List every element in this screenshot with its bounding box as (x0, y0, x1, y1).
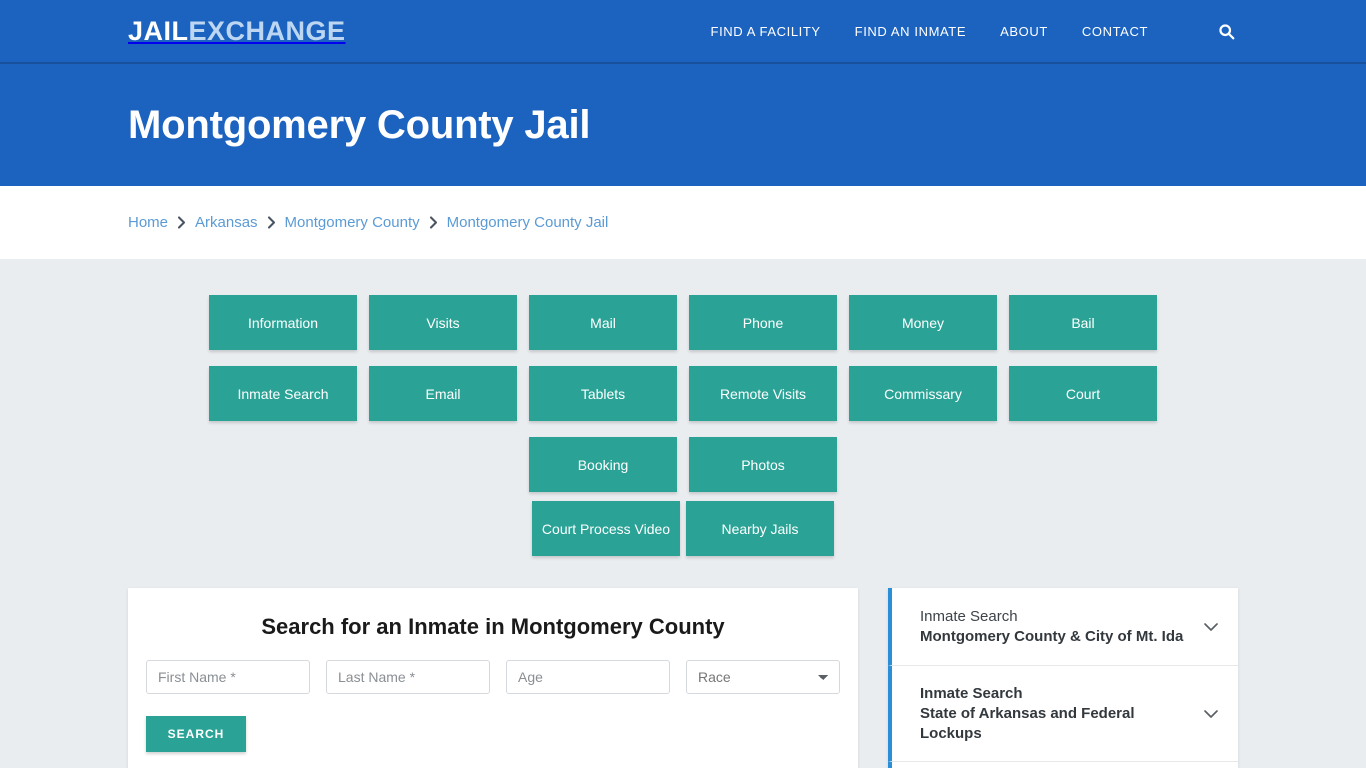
chevron-down-icon[interactable] (1200, 703, 1222, 725)
main-navigation: FIND A FACILITY FIND AN INMATE ABOUT CON… (711, 21, 1236, 41)
first-name-input[interactable] (146, 660, 310, 694)
quick-link-nearby-jails[interactable]: Nearby Jails (686, 501, 834, 556)
breadcrumb-item-current: Montgomery County Jail (446, 214, 609, 231)
inmate-search-card: Search for an Inmate in Montgomery Count… (128, 588, 858, 768)
accordion-item-contact-information[interactable]: Montgomery County Jail Contact Informati… (888, 762, 1238, 768)
quick-link-bail[interactable]: Bail (1009, 295, 1157, 350)
site-logo[interactable]: JAILEXCHANGE (128, 15, 346, 46)
quick-link-money[interactable]: Money (849, 295, 997, 350)
accordion-item-line2: Montgomery County & City of Mt. Ida (920, 627, 1184, 645)
quick-link-inmate-search[interactable]: Inmate Search (209, 366, 357, 421)
last-name-input[interactable] (326, 660, 490, 694)
chevron-right-icon (177, 216, 186, 229)
quick-links-grid-row3: Court Process Video Nearby Jails (133, 501, 1233, 556)
inmate-search-form: Race (146, 660, 840, 694)
accordion-item-inmate-search-state[interactable]: Inmate Search State of Arkansas and Fede… (888, 666, 1238, 763)
age-input[interactable] (506, 660, 670, 694)
quick-link-visits[interactable]: Visits (369, 295, 517, 350)
breadcrumb: Home Arkansas Montgomery County Montgome… (128, 214, 608, 231)
quick-link-tablets[interactable]: Tablets (529, 366, 677, 421)
search-submit-button[interactable]: SEARCH (146, 716, 246, 752)
accordion-item-inmate-search-county[interactable]: Inmate Search Montgomery County & City o… (888, 588, 1238, 666)
accordion-item-line1: Inmate Search (920, 607, 1018, 625)
quick-link-booking[interactable]: Booking (529, 437, 677, 492)
breadcrumb-bar: Home Arkansas Montgomery County Montgome… (0, 186, 1366, 259)
quick-link-remote-visits[interactable]: Remote Visits (689, 366, 837, 421)
breadcrumb-item-home[interactable]: Home (128, 214, 168, 231)
quick-link-court[interactable]: Court (1009, 366, 1157, 421)
breadcrumb-item-arkansas[interactable]: Arkansas (195, 214, 258, 231)
search-icon[interactable] (1216, 21, 1236, 41)
nav-item-find-an-inmate[interactable]: FIND AN INMATE (855, 24, 966, 39)
quick-link-court-process-video[interactable]: Court Process Video (532, 501, 680, 556)
nav-item-contact[interactable]: CONTACT (1082, 24, 1148, 39)
page-body: Information Visits Mail Phone Money Bail… (0, 259, 1366, 768)
quick-link-commissary[interactable]: Commissary (849, 366, 997, 421)
chevron-right-icon (429, 216, 438, 229)
accordion-item-text: Inmate Search Montgomery County & City o… (920, 607, 1190, 647)
quick-link-mail[interactable]: Mail (529, 295, 677, 350)
quick-links-grid: Information Visits Mail Phone Money Bail… (133, 295, 1233, 492)
site-header: JAILEXCHANGE FIND A FACILITY FIND AN INM… (0, 0, 1366, 64)
accordion-item-line2: State of Arkansas and Federal Lockups (920, 704, 1135, 742)
page-title: Montgomery County Jail (128, 102, 591, 147)
content-columns: Search for an Inmate in Montgomery Count… (128, 588, 1238, 768)
chevron-down-icon[interactable] (1200, 616, 1222, 638)
breadcrumb-item-montgomery-county[interactable]: Montgomery County (285, 214, 420, 231)
chevron-right-icon (267, 216, 276, 229)
quick-link-photos[interactable]: Photos (689, 437, 837, 492)
sidebar-accordion: Inmate Search Montgomery County & City o… (888, 588, 1238, 768)
race-select[interactable]: Race (686, 660, 840, 694)
nav-item-find-a-facility[interactable]: FIND A FACILITY (711, 24, 821, 39)
quick-link-phone[interactable]: Phone (689, 295, 837, 350)
main-column: Search for an Inmate in Montgomery Count… (128, 588, 858, 768)
inmate-search-title: Search for an Inmate in Montgomery Count… (261, 614, 725, 639)
sidebar-column: Inmate Search Montgomery County & City o… (888, 588, 1238, 768)
quick-link-information[interactable]: Information (209, 295, 357, 350)
nav-item-about[interactable]: ABOUT (1000, 24, 1048, 39)
logo-primary-text: JAIL (128, 15, 189, 46)
hero-banner: Montgomery County Jail (0, 64, 1366, 186)
accordion-item-line1: Inmate Search (920, 685, 1023, 702)
logo-secondary-text: EXCHANGE (188, 15, 346, 46)
accordion-item-text: Inmate Search State of Arkansas and Fede… (920, 684, 1190, 743)
quick-link-email[interactable]: Email (369, 366, 517, 421)
